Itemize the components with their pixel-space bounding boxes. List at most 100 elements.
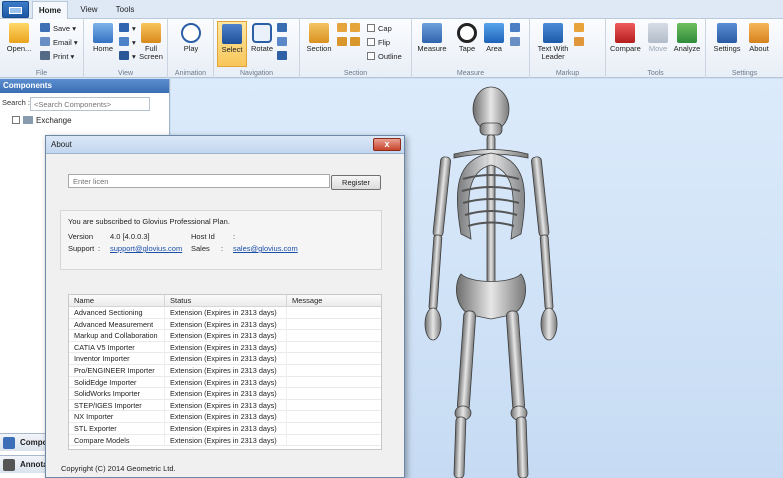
column-header-message[interactable]: Message — [287, 295, 381, 307]
home-view-button[interactable]: Home — [88, 21, 118, 67]
tree-visibility-checkbox[interactable] — [12, 116, 20, 124]
tape-label: Tape — [458, 44, 476, 53]
tab-tools[interactable]: Tools — [108, 1, 142, 19]
sales-email-link[interactable]: sales@glovius.com — [233, 244, 298, 253]
table-row[interactable]: STL Exporter Extension (Expires in 2313 d… — [69, 422, 381, 435]
tools-group: Compare Move Analyze Tools — [606, 19, 706, 78]
table-row[interactable]: Pro/ENGINEER Importer Extension (Expires … — [69, 364, 381, 377]
home-icon — [93, 23, 113, 43]
play-icon — [181, 23, 201, 43]
table-row[interactable]: Advanced Sectioning Extension (Expires in… — [69, 307, 381, 319]
outline-label: Outline — [378, 52, 402, 61]
about-button[interactable]: About — [744, 21, 774, 67]
print-button[interactable]: Print ▾ — [40, 50, 74, 63]
email-button[interactable]: Email ▾ — [40, 36, 78, 49]
markup-note-button[interactable] — [574, 22, 587, 35]
extension-name-cell: STL Exporter — [69, 422, 165, 435]
save-label: Save — [53, 24, 71, 33]
cube-icon — [119, 23, 129, 32]
table-row[interactable]: CATIA V5 Importer Extension (Expires in 2… — [69, 341, 381, 354]
fullscreen-icon — [141, 23, 161, 43]
table-row[interactable]: STEP/IGES Importer Extension (Expires in … — [69, 399, 381, 412]
table-row[interactable]: SolidWorks Importer Extension (Expires in… — [69, 388, 381, 400]
flip-checkbox[interactable]: Flip — [367, 36, 390, 49]
pan-button[interactable] — [277, 22, 290, 35]
compare-button[interactable]: Compare — [610, 21, 641, 67]
table-row[interactable]: Advanced Measurement Extension (Expires i… — [69, 318, 381, 331]
table-row[interactable]: NX Importer Extension (Expires in 2313 da… — [69, 411, 381, 423]
analyze-button[interactable]: Analyze — [672, 21, 702, 67]
outline-checkbox[interactable]: Outline — [367, 50, 402, 63]
zoom-icon — [277, 51, 287, 60]
view-display-button[interactable]: ▾ — [119, 50, 136, 63]
text-with-leader-button[interactable]: Text With Leader — [534, 21, 572, 67]
extension-name-cell: NX Importer — [69, 411, 165, 423]
play-button[interactable]: Play — [176, 21, 206, 67]
cap-checkbox[interactable]: Cap — [367, 22, 392, 35]
outline-check[interactable] — [367, 52, 375, 60]
table-row[interactable]: SolidEdge Importer Extension (Expires in … — [69, 376, 381, 389]
extension-status-cell: Extension (Expires in 2313 days) — [165, 307, 287, 319]
extension-message-cell — [287, 342, 381, 354]
tape-button[interactable]: Tape — [452, 21, 482, 67]
extension-status-cell: Extension (Expires in 2313 days) — [165, 399, 287, 412]
application-menu-button[interactable] — [2, 1, 29, 18]
pan-icon — [277, 23, 287, 32]
register-button[interactable]: Register — [331, 175, 381, 190]
about-dialog-title: About — [46, 136, 404, 154]
zoom-fit-button[interactable] — [277, 36, 290, 49]
measure-label: Measure — [417, 44, 447, 53]
host-id-value: : — [233, 232, 236, 241]
settings-label: Settings — [713, 44, 741, 53]
section-plane-yz[interactable] — [337, 36, 363, 49]
measure-button[interactable]: Measure — [417, 21, 447, 67]
area-button[interactable]: Area — [479, 21, 509, 67]
tape-icon — [457, 23, 477, 43]
play-label: Play — [183, 44, 199, 53]
flip-check[interactable] — [367, 38, 375, 46]
select-label: Select — [221, 45, 243, 54]
zoom-button[interactable] — [277, 50, 290, 63]
table-row[interactable]: Inventor Importer Extension (Expires in 2… — [69, 353, 381, 365]
column-header-status[interactable]: Status — [165, 295, 287, 307]
save-button[interactable]: Save ▾ — [40, 22, 76, 35]
tab-home[interactable]: Home — [32, 1, 68, 19]
support-email-link[interactable]: support@glovius.com — [110, 244, 182, 253]
view-orient-button[interactable]: ▾ — [119, 36, 136, 49]
rotate-button[interactable]: Rotate — [247, 21, 277, 67]
plane-icon — [337, 23, 347, 32]
view-group: Home ▾ ▾ ▾ Full Screen View — [84, 19, 168, 78]
section-label: Section — [306, 44, 332, 53]
extension-status-cell: Extension (Expires in 2313 days) — [165, 364, 287, 377]
tree-item-exchange[interactable]: Exchange — [0, 113, 169, 129]
extension-name-cell: Markup and Collaboration — [69, 330, 165, 342]
settings-button[interactable]: Settings — [710, 21, 744, 67]
section-plane-xy[interactable] — [337, 22, 363, 35]
column-header-name[interactable]: Name — [69, 295, 165, 307]
open-button[interactable]: Open... — [3, 21, 35, 67]
component-search-input[interactable] — [30, 97, 150, 111]
print-icon — [40, 51, 50, 60]
version-label: Version — [68, 232, 94, 241]
extension-name-cell: Pro/ENGINEER Importer — [69, 364, 165, 377]
close-button[interactable]: x — [373, 138, 401, 151]
table-row[interactable]: Compare Models Extension (Expires in 2313… — [69, 434, 381, 447]
measure-options-button[interactable] — [510, 22, 523, 35]
license-key-input[interactable] — [68, 174, 330, 188]
settings-group-label: Settings — [731, 70, 758, 77]
cap-check[interactable] — [367, 24, 375, 32]
print-label: Print — [53, 52, 69, 61]
tab-view[interactable]: View — [72, 1, 106, 19]
navigation-group: Select Rotate Navigation — [214, 19, 300, 78]
extension-status-cell: Extension (Expires in 2313 days) — [165, 318, 287, 331]
measure-axis-button[interactable] — [510, 36, 523, 49]
view-cube-button[interactable]: ▾ — [119, 22, 136, 35]
extension-message-cell — [287, 435, 381, 447]
section-button[interactable]: Section — [304, 21, 334, 67]
select-button[interactable]: Select — [217, 21, 247, 67]
table-row[interactable]: Markup and Collaboration Extension (Expir… — [69, 330, 381, 342]
fullscreen-button[interactable]: Full Screen — [136, 21, 166, 67]
markup-shape-button[interactable] — [574, 36, 587, 49]
extension-message-cell — [287, 353, 381, 365]
move-button[interactable]: Move — [643, 21, 673, 67]
